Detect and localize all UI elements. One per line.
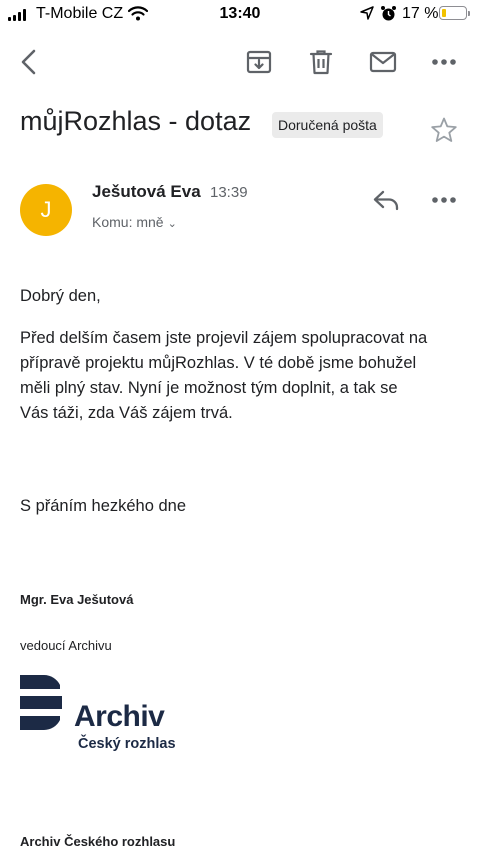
archive-icon bbox=[246, 50, 272, 74]
more-icon bbox=[432, 197, 456, 203]
inbox-label-chip[interactable]: Doručená pošta bbox=[272, 112, 383, 138]
status-bar: T-Mobile CZ 13:40 17 % bbox=[0, 0, 480, 30]
logo-mark-icon bbox=[20, 675, 62, 730]
more-options-button[interactable] bbox=[426, 44, 462, 80]
mark-unread-button[interactable] bbox=[365, 44, 401, 80]
recipient-details-toggle[interactable]: Komu: mně ⌄ bbox=[92, 214, 177, 230]
logo-title: Archiv bbox=[74, 700, 165, 733]
email-greeting: Dobrý den, bbox=[20, 287, 101, 305]
back-arrow-icon bbox=[21, 49, 36, 75]
reply-icon bbox=[373, 190, 399, 211]
signature-name: Mgr. Eva Ješutová bbox=[20, 592, 134, 607]
sender-name[interactable]: Ješutová Eva bbox=[92, 182, 201, 202]
paragraph-line: měli plný stav. Nyní je možnost tým dopl… bbox=[20, 379, 398, 397]
email-closing: S přáním hezkého dne bbox=[20, 497, 187, 515]
alarm-icon bbox=[381, 6, 396, 21]
email-paragraph: Před delším časem jste projevil zájem sp… bbox=[20, 326, 460, 426]
battery-percent: 17 % bbox=[402, 5, 439, 22]
email-time: 13:39 bbox=[210, 184, 248, 201]
back-button[interactable] bbox=[10, 44, 46, 80]
paragraph-line: přípravě projektu můjRozhlas. V té době … bbox=[20, 354, 417, 372]
signature-organization: Archiv Českého rozhlasu bbox=[20, 834, 176, 849]
star-icon[interactable] bbox=[430, 116, 458, 144]
location-icon bbox=[360, 6, 374, 20]
message-more-button[interactable] bbox=[426, 182, 462, 218]
reply-button[interactable] bbox=[368, 182, 404, 218]
archive-button[interactable] bbox=[241, 44, 277, 80]
sender-avatar[interactable]: J bbox=[20, 184, 72, 236]
recipient-label: Komu: mně bbox=[92, 214, 164, 230]
mail-icon bbox=[369, 51, 397, 73]
delete-button[interactable] bbox=[303, 44, 339, 80]
battery-icon bbox=[439, 6, 470, 20]
paragraph-line: Vás táži, zda Váš zájem trvá. bbox=[20, 404, 233, 422]
trash-icon bbox=[309, 50, 333, 75]
signature-role: vedoucí Archivu bbox=[20, 638, 112, 653]
chevron-down-icon: ⌄ bbox=[167, 218, 177, 230]
email-subject: můjRozhlas - dotaz bbox=[20, 106, 252, 136]
more-icon bbox=[432, 59, 456, 65]
paragraph-line: Před delším časem jste projevil zájem sp… bbox=[20, 329, 428, 347]
logo-subtitle: Český rozhlas bbox=[78, 736, 176, 752]
